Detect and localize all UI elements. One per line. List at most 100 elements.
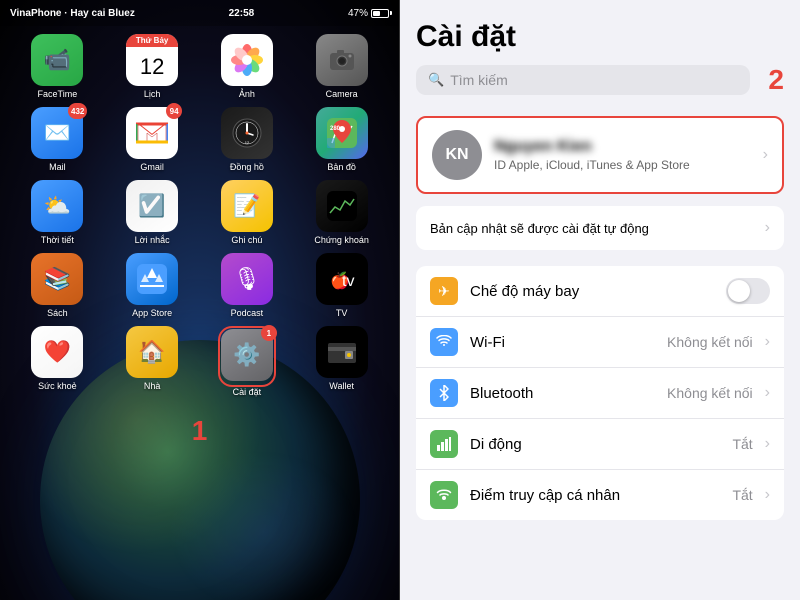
app-icon-photos bbox=[221, 34, 273, 86]
settings-highlight: ⚙️ 1 bbox=[218, 326, 276, 387]
app-label-stocks: Chứng khoán bbox=[314, 235, 369, 245]
profile-info: Nguyen Kien ID Apple, iCloud, iTunes & A… bbox=[494, 138, 751, 172]
app-label-gmail: Gmail bbox=[140, 162, 164, 172]
cellular-label: Di động bbox=[470, 436, 720, 453]
profile-name: Nguyen Kien bbox=[494, 138, 751, 156]
app-health[interactable]: ❤️ Sức khoẻ bbox=[21, 326, 93, 397]
bluetooth-value: Không kết nối bbox=[667, 385, 753, 401]
app-icon-clock: 12 bbox=[221, 107, 273, 159]
profile-chevron: › bbox=[763, 146, 768, 164]
battery-pct: 47% bbox=[348, 8, 368, 19]
app-label-podcast: Podcast bbox=[231, 308, 264, 318]
battery-fill bbox=[373, 11, 380, 16]
app-icon-calendar: Thứ Bảy 12 bbox=[126, 34, 178, 86]
app-row-1: 📹 FaceTime Thứ Bảy 12 Lịch bbox=[10, 34, 389, 99]
airplane-toggle[interactable] bbox=[726, 278, 770, 304]
toggle-knob bbox=[728, 280, 750, 302]
search-placeholder: Tìm kiếm bbox=[450, 72, 508, 88]
cellular-value: Tắt bbox=[732, 436, 752, 452]
hotspot-chevron: › bbox=[765, 486, 770, 504]
app-photos[interactable]: Ảnh bbox=[211, 34, 283, 99]
app-reminder[interactable]: ☑️ Lời nhắc bbox=[116, 180, 188, 245]
app-stocks[interactable]: Chứng khoán bbox=[306, 180, 378, 245]
cellular-chevron: › bbox=[765, 435, 770, 453]
app-label-camera: Camera bbox=[326, 89, 358, 99]
app-facetime[interactable]: 📹 FaceTime bbox=[21, 34, 93, 99]
app-home[interactable]: 🏠 Nhà bbox=[116, 326, 188, 397]
auto-update-row: Bản cập nhật sẽ được cài đặt tự động › bbox=[416, 206, 784, 250]
app-icon-podcast: 🎙 bbox=[221, 253, 273, 305]
auto-update-text: Bản cập nhật sẽ được cài đặt tự động bbox=[430, 221, 765, 236]
app-label-weather: Thời tiết bbox=[41, 235, 74, 245]
cal-date: 12 bbox=[126, 47, 178, 86]
profile-avatar: KN bbox=[432, 130, 482, 180]
settings-group: ✈ Chế độ máy bay Wi-Fi Không kết nối › B… bbox=[416, 266, 784, 520]
app-icon-notes: 📝 bbox=[221, 180, 273, 232]
settings-badge: 1 bbox=[261, 325, 277, 341]
app-label-calendar: Lịch bbox=[144, 89, 161, 99]
auto-update-section[interactable]: Bản cập nhật sẽ được cài đặt tự động › bbox=[416, 206, 784, 250]
svg-text:tv: tv bbox=[342, 273, 354, 290]
cal-day: Thứ Bảy bbox=[126, 34, 178, 47]
wifi-label: Wi-Fi bbox=[470, 334, 655, 351]
app-icon-tv: 🍎 tv bbox=[316, 253, 368, 305]
app-icon-maps: 280 bbox=[316, 107, 368, 159]
settings-row-airplane[interactable]: ✈ Chế độ máy bay bbox=[416, 266, 784, 317]
settings-title: Cài đặt bbox=[416, 20, 516, 54]
search-bar[interactable]: 🔍 Tìm kiếm bbox=[416, 65, 750, 95]
app-settings[interactable]: ⚙️ 1 Cài đặt bbox=[211, 326, 283, 397]
app-label-home: Nhà bbox=[144, 381, 161, 391]
settings-row-bluetooth[interactable]: Bluetooth Không kết nối › bbox=[416, 368, 784, 419]
bluetooth-chevron: › bbox=[765, 384, 770, 402]
airplane-icon: ✈ bbox=[430, 277, 458, 305]
carrier-text: VinaPhone · Hay cai Bluez bbox=[10, 8, 135, 19]
app-wallet[interactable]: Wallet bbox=[306, 326, 378, 397]
hotspot-label: Điểm truy cập cá nhân bbox=[470, 487, 720, 504]
app-icon-facetime: 📹 bbox=[31, 34, 83, 86]
app-camera[interactable]: Camera bbox=[306, 34, 378, 99]
app-books[interactable]: 📚 Sách bbox=[21, 253, 93, 318]
app-label-appstore: App Store bbox=[132, 308, 172, 318]
app-icon-weather: ⛅ bbox=[31, 180, 83, 232]
app-label-photos: Ảnh bbox=[239, 89, 255, 99]
app-calendar[interactable]: Thứ Bảy 12 Lịch bbox=[116, 34, 188, 99]
battery-icon bbox=[371, 9, 389, 18]
app-icon-settings: ⚙️ 1 bbox=[221, 329, 273, 381]
status-bar: VinaPhone · Hay cai Bluez 22:58 47% bbox=[0, 0, 399, 26]
app-notes[interactable]: 📝 Ghi chú bbox=[211, 180, 283, 245]
app-maps[interactable]: 280 Bản đồ bbox=[306, 107, 378, 172]
profile-row: KN Nguyen Kien ID Apple, iCloud, iTunes … bbox=[418, 118, 782, 192]
app-icon-home: 🏠 bbox=[126, 326, 178, 378]
app-label-clock: Đồng hồ bbox=[230, 162, 264, 172]
app-podcast[interactable]: 🎙 Podcast bbox=[211, 253, 283, 318]
svg-text:280: 280 bbox=[330, 126, 341, 132]
gmail-badge: 94 bbox=[166, 103, 182, 119]
app-weather[interactable]: ⛅ Thời tiết bbox=[21, 180, 93, 245]
cellular-icon bbox=[430, 430, 458, 458]
app-row-2: ✉️ 432 Mail 94 bbox=[10, 107, 389, 172]
auto-update-chevron: › bbox=[765, 219, 770, 237]
app-label-notes: Ghi chú bbox=[231, 235, 262, 245]
bluetooth-icon bbox=[430, 379, 458, 407]
app-icon-appstore bbox=[126, 253, 178, 305]
settings-row-hotspot[interactable]: Điểm truy cập cá nhân Tắt › bbox=[416, 470, 784, 520]
search-icon: 🔍 bbox=[428, 72, 444, 88]
app-row-4: 📚 Sách App Store 🎙 Podcast bbox=[10, 253, 389, 318]
app-label-settings: Cài đặt bbox=[233, 387, 262, 397]
profile-section[interactable]: KN Nguyen Kien ID Apple, iCloud, iTunes … bbox=[416, 116, 784, 194]
app-appstore[interactable]: App Store bbox=[116, 253, 188, 318]
app-tv[interactable]: 🍎 tv TV bbox=[306, 253, 378, 318]
battery-area: 47% bbox=[348, 8, 389, 19]
app-gmail[interactable]: 94 Gmail bbox=[116, 107, 188, 172]
app-icon-wallet bbox=[316, 326, 368, 378]
app-icon-reminder: ☑️ bbox=[126, 180, 178, 232]
settings-row-cellular[interactable]: Di động Tắt › bbox=[416, 419, 784, 470]
app-row-3: ⛅ Thời tiết ☑️ Lời nhắc 📝 Ghi chú Chứng … bbox=[10, 180, 389, 245]
app-clock[interactable]: 12 Đồng hồ bbox=[211, 107, 283, 172]
app-icon-mail: ✉️ 432 bbox=[31, 107, 83, 159]
app-mail[interactable]: ✉️ 432 Mail bbox=[21, 107, 93, 172]
settings-row-wifi[interactable]: Wi-Fi Không kết nối › bbox=[416, 317, 784, 368]
wifi-chevron: › bbox=[765, 333, 770, 351]
app-icon-health: ❤️ bbox=[31, 326, 83, 378]
hotspot-value: Tắt bbox=[732, 487, 752, 503]
